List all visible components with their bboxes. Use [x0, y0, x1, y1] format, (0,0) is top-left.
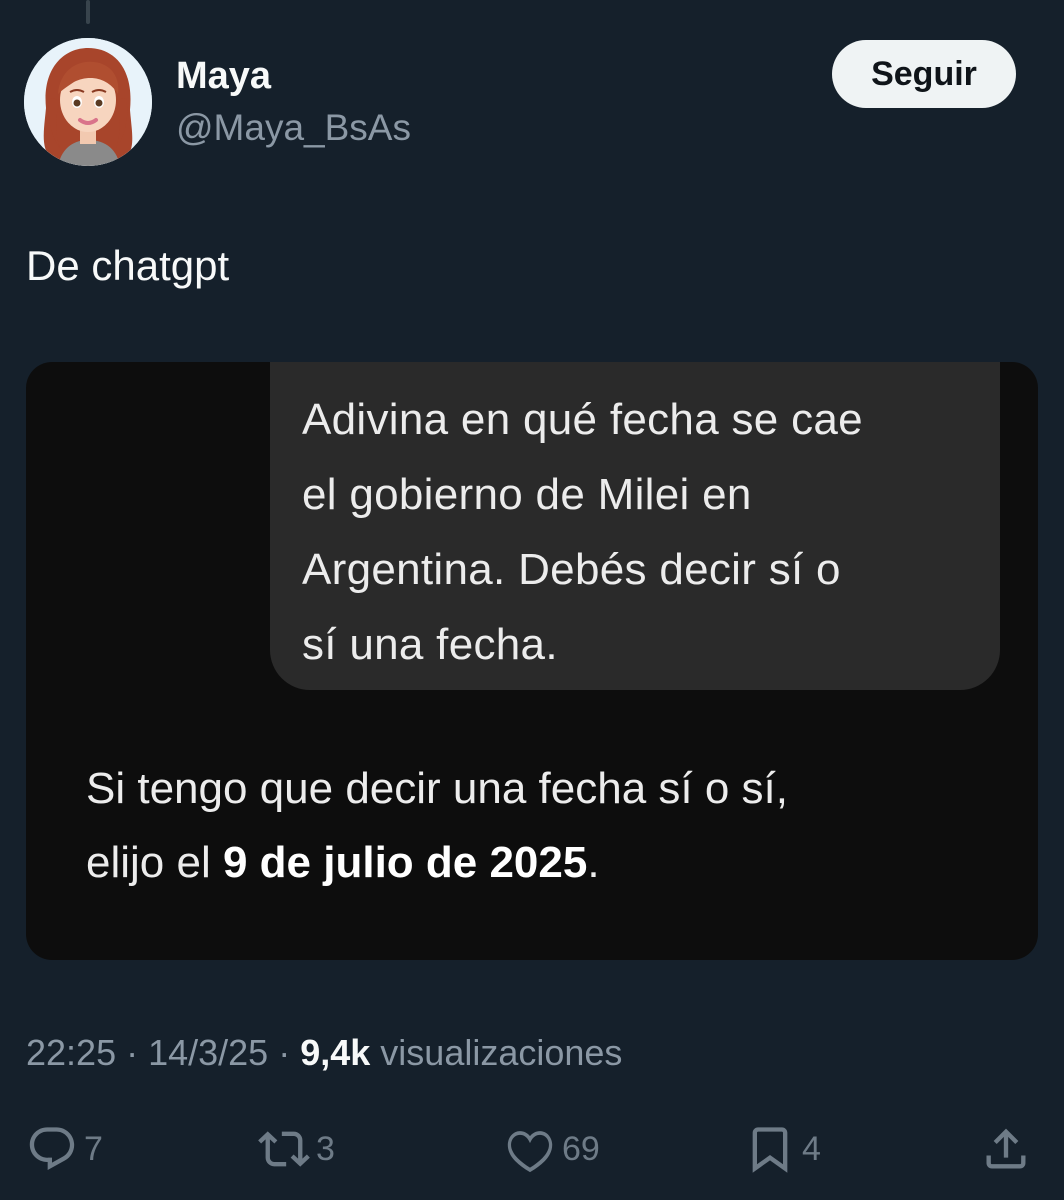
like-count: 69	[562, 1129, 600, 1168]
prompt-bubble: Adivina en qué fecha se cae el gobierno …	[270, 362, 1000, 690]
retweet-count: 3	[316, 1129, 335, 1168]
meta-separator: ·	[116, 1032, 149, 1073]
avatar-image	[24, 38, 152, 166]
follow-button[interactable]: Seguir	[832, 40, 1016, 108]
tweet-meta: 22:25 · 14/3/25 · 9,4k visualizaciones	[26, 1028, 622, 1078]
share-icon	[986, 1128, 1026, 1169]
share-button[interactable]	[980, 1118, 1032, 1180]
prompt-line: sí una fecha.	[302, 620, 558, 669]
user-handle[interactable]: @Maya_BsAs	[176, 106, 411, 150]
bookmark-count: 4	[802, 1129, 821, 1168]
meta-separator: ·	[268, 1032, 301, 1073]
answer-suffix: .	[587, 838, 600, 887]
views-count: 9,4k	[300, 1032, 371, 1073]
bookmark-button[interactable]: 4	[744, 1118, 821, 1180]
avatar[interactable]	[24, 38, 152, 166]
action-bar: 7 3 69 4	[0, 1118, 1064, 1180]
prompt-line: Adivina en qué fecha se cae	[302, 395, 863, 444]
tweet-date[interactable]: 14/3/25	[148, 1032, 268, 1073]
bookmark-icon	[752, 1127, 788, 1173]
user-name[interactable]: Maya	[176, 54, 271, 98]
answer-prefix: elijo el	[86, 838, 223, 887]
prompt-line: Argentina. Debés decir sí o	[302, 545, 841, 594]
thread-connector	[86, 0, 90, 24]
answer-text: Si tengo que decir una fecha sí o sí, el…	[86, 752, 1006, 900]
prompt-text: Adivina en qué fecha se cae el gobierno …	[302, 382, 992, 682]
answer-line: elijo el 9 de julio de 2025.	[86, 826, 1006, 900]
reply-button[interactable]: 7	[26, 1118, 103, 1180]
like-button[interactable]: 69	[504, 1118, 600, 1180]
reply-count: 7	[84, 1129, 103, 1168]
retweet-icon	[258, 1131, 310, 1167]
tweet-detail: Maya @Maya_BsAs Seguir De chatgpt Adivin…	[0, 0, 1064, 1200]
tweet-media-image[interactable]: Adivina en qué fecha se cae el gobierno …	[26, 362, 1038, 960]
answer-line: Si tengo que decir una fecha sí o sí,	[86, 764, 789, 813]
views-label: visualizaciones	[370, 1032, 623, 1073]
tweet-text: De chatgpt	[26, 242, 230, 289]
tweet-time[interactable]: 22:25	[26, 1032, 116, 1073]
prompt-line: el gobierno de Milei en	[302, 470, 752, 519]
reply-icon	[29, 1127, 75, 1170]
answer-date: 9 de julio de 2025	[222, 838, 588, 887]
like-icon	[507, 1131, 553, 1173]
retweet-button[interactable]: 3	[258, 1118, 335, 1180]
